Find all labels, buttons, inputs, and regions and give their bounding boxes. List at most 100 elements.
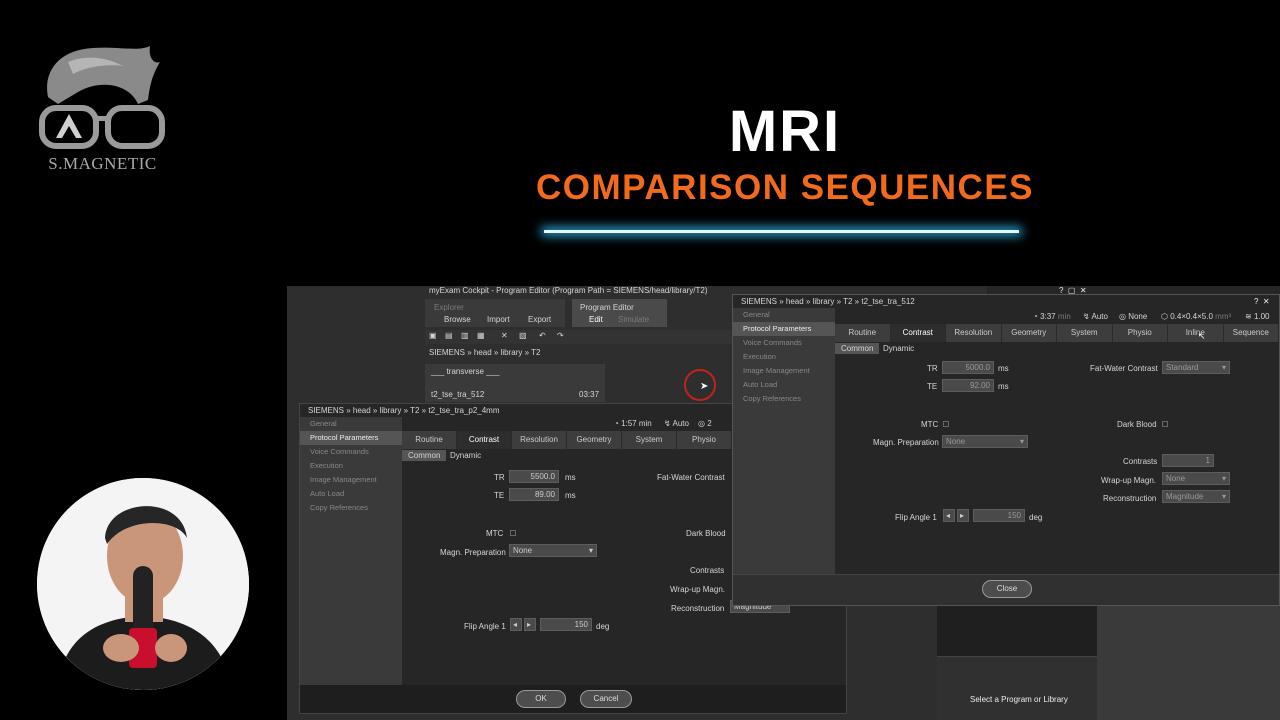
front-sidebar-copy[interactable]: Copy References — [733, 392, 835, 406]
editor-simulate[interactable]: Simulate — [618, 315, 649, 324]
front-te-input[interactable]: 92.00 — [942, 379, 994, 392]
front-tab-system[interactable]: System — [1057, 324, 1113, 342]
close-button[interactable]: Close — [982, 580, 1032, 598]
front-window-controls[interactable]: ? ✕ — [1254, 297, 1270, 306]
paste-icon[interactable]: ▧ — [519, 331, 527, 340]
cancel-button[interactable]: Cancel — [580, 690, 632, 708]
new-icon[interactable]: ▣ — [429, 331, 437, 340]
front-tab-sequence[interactable]: Sequence — [1224, 324, 1279, 342]
editor-label: Program Editor — [580, 303, 634, 312]
back-sidebar-voice[interactable]: Voice Commands — [300, 445, 402, 459]
front-flip-label: Flip Angle 1 — [895, 513, 937, 522]
back-contrasts-label: Contrasts — [690, 566, 725, 575]
cockpit-title: myExam Cockpit - Program Editor (Program… — [429, 286, 708, 295]
back-sidebar: General Protocol Parameters Voice Comman… — [300, 417, 402, 685]
front-flip-input[interactable]: 150 — [973, 509, 1025, 522]
front-recon-select[interactable]: Magnitude ▾ — [1162, 490, 1230, 503]
front-flip-prev[interactable]: ◂ — [943, 509, 955, 522]
list-item-time: 03:37 — [579, 390, 600, 399]
brand-name: S.MAGNETIC — [48, 154, 157, 173]
editor-edit[interactable]: Edit — [589, 315, 603, 324]
back-flip-prev[interactable]: ◂ — [510, 618, 522, 631]
front-tab-physio[interactable]: Physio — [1113, 324, 1168, 342]
front-sidebar-protocol[interactable]: Protocol Parameters — [733, 322, 835, 336]
back-subtab-dynamic[interactable]: Dynamic — [450, 451, 481, 460]
front-flip-unit: deg — [1029, 513, 1043, 522]
back-darkblood-label: Dark Blood — [686, 529, 726, 538]
back-sidebar-autoload[interactable]: Auto Load — [300, 487, 402, 501]
back-mtc-checkbox[interactable] — [510, 530, 516, 536]
front-darkblood-label: Dark Blood — [1117, 420, 1157, 429]
back-te-input[interactable]: 89.00 — [509, 488, 559, 501]
back-tr-input[interactable]: 5500.0 — [509, 470, 559, 483]
back-sidebar-general[interactable]: General — [300, 417, 402, 431]
front-tr-unit: ms — [998, 364, 1009, 373]
front-te-unit: ms — [998, 382, 1009, 391]
page-subtitle: COMPARISON SEQUENCES — [535, 168, 1035, 207]
back-subtab-common[interactable]: Common — [402, 450, 447, 461]
front-contrasts-input[interactable]: 1 — [1162, 454, 1214, 467]
front-magnprep-select[interactable]: None ▾ — [942, 435, 1028, 448]
front-sidebar-general[interactable]: General — [733, 308, 835, 322]
back-tab-geometry[interactable]: Geometry — [567, 431, 622, 449]
back-tr-label: TR — [494, 473, 505, 482]
back-tr-unit: ms — [565, 473, 576, 482]
select-hint-box — [937, 656, 1097, 720]
explorer-label: Explorer — [434, 303, 464, 312]
front-tab-geometry[interactable]: Geometry — [1002, 324, 1057, 342]
front-sidebar: General Protocol Parameters Voice Comman… — [733, 308, 835, 574]
back-flip-input[interactable]: 150 — [540, 618, 592, 631]
front-sidebar-autoload[interactable]: Auto Load — [733, 378, 835, 392]
front-wrap-label: Wrap-up Magn. — [1101, 476, 1156, 485]
back-tab-contrast[interactable]: Contrast — [457, 431, 512, 449]
front-magnprep-label: Magn. Preparation — [873, 438, 939, 447]
front-flip-next[interactable]: ▸ — [957, 509, 969, 522]
front-mtc-checkbox[interactable] — [943, 421, 949, 427]
back-sidebar-execution[interactable]: Execution — [300, 459, 402, 473]
back-recon-label: Reconstruction — [671, 604, 725, 613]
cursor-icon: ➤ — [700, 381, 709, 392]
select-hint: Select a Program or Library — [970, 695, 1068, 704]
presenter-avatar — [37, 478, 249, 690]
copy-icon[interactable]: ▦ — [477, 331, 485, 340]
front-tr-input[interactable]: 5000.0 — [942, 361, 994, 374]
back-tab-physio[interactable]: Physio — [677, 431, 732, 449]
ok-button[interactable]: OK — [516, 690, 566, 708]
front-darkblood-checkbox[interactable] — [1162, 421, 1168, 427]
front-tab-inline[interactable]: Inline — [1168, 324, 1224, 342]
front-tab-contrast[interactable]: Contrast — [890, 324, 946, 342]
front-status-none: ◎ None — [1119, 312, 1148, 321]
front-tab-routine[interactable]: Routine — [835, 324, 891, 342]
front-fatwater-select[interactable]: Standard ▾ — [1162, 361, 1230, 374]
back-breadcrumb: SIEMENS » head » library » T2 » t2_tse_t… — [308, 406, 500, 415]
redo-icon[interactable]: ↷ — [557, 331, 564, 340]
back-mtc-label: MTC — [486, 529, 504, 538]
back-fatwater-label: Fat-Water Contrast — [657, 473, 725, 482]
front-sidebar-voice[interactable]: Voice Commands — [733, 336, 835, 350]
front-sidebar-image[interactable]: Image Management — [733, 364, 835, 378]
undo-icon[interactable]: ↶ — [539, 331, 546, 340]
back-flip-next[interactable]: ▸ — [524, 618, 536, 631]
front-tab-resolution[interactable]: Resolution — [946, 324, 1002, 342]
save-icon[interactable]: ▥ — [461, 331, 469, 340]
back-sidebar-copy[interactable]: Copy References — [300, 501, 402, 515]
explorer-import[interactable]: Import — [487, 315, 510, 324]
back-tab-resolution[interactable]: Resolution — [512, 431, 567, 449]
front-subtab-common[interactable]: Common — [835, 343, 880, 354]
back-sidebar-image[interactable]: Image Management — [300, 473, 402, 487]
back-status-auto: ↯ Auto — [664, 419, 689, 428]
front-sidebar-execution[interactable]: Execution — [733, 350, 835, 364]
list-item-name[interactable]: t2_tse_tra_512 — [431, 390, 484, 399]
back-tab-routine[interactable]: Routine — [402, 431, 457, 449]
back-wrap-label: Wrap-up Magn. — [670, 585, 725, 594]
front-subtab-dynamic[interactable]: Dynamic — [883, 344, 914, 353]
open-icon[interactable]: ▤ — [445, 331, 453, 340]
explorer-browse[interactable]: Browse — [444, 315, 471, 324]
back-sidebar-protocol[interactable]: Protocol Parameters — [300, 431, 402, 445]
front-status-time: ◔ 3:37 min — [1033, 312, 1071, 321]
front-wrap-select[interactable]: None ▾ — [1162, 472, 1230, 485]
delete-icon[interactable]: ✕ — [501, 331, 508, 340]
explorer-export[interactable]: Export — [528, 315, 551, 324]
back-tab-system[interactable]: System — [622, 431, 677, 449]
back-magnprep-select[interactable]: None ▾ — [509, 544, 597, 557]
